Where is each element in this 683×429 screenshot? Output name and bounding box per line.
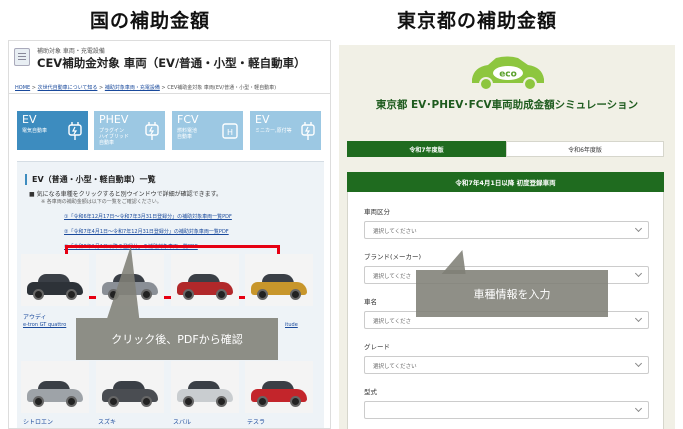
chevron-down-icon: [634, 269, 643, 278]
car-card[interactable]: [171, 254, 239, 306]
label-grade: グレード: [364, 343, 390, 351]
phev-plug-icon: [145, 122, 159, 140]
select-grade[interactable]: 選択してください: [364, 356, 649, 374]
car-card[interactable]: [245, 254, 313, 306]
car-wheel: [33, 289, 44, 300]
car-wheel: [216, 396, 227, 407]
car-wheel: [183, 289, 194, 300]
tab-r7[interactable]: 令和7年度版: [347, 141, 506, 157]
tab-r6[interactable]: 令和6年度版: [506, 141, 664, 157]
maker-suzuki[interactable]: スズキ: [98, 417, 116, 426]
chevron-down-icon: [634, 224, 643, 233]
tile-phev[interactable]: PHEV プラグイン ハイブリッド 自動車: [94, 111, 165, 150]
maker-subaru[interactable]: スバル: [173, 417, 191, 426]
breadcrumb-current: CEV補助金対象 車両(EV/普通・小型・軽自動車): [167, 85, 277, 91]
eco-logo-text: eco: [499, 70, 517, 80]
maker-citroen[interactable]: シトロエン: [23, 417, 53, 426]
breadcrumb: HOME > 次世代自動車について知る > 補助対象車両・充電設備 > CEV補…: [15, 85, 277, 91]
callout-enter-vehicle-info: 車種情報を入力: [416, 270, 608, 317]
car-wheel: [108, 396, 119, 407]
divider: [9, 93, 330, 94]
select-vehicle-class[interactable]: 選択してください: [364, 221, 649, 239]
car-card[interactable]: [21, 254, 89, 306]
chevron-down-icon: [634, 314, 643, 323]
pdf-link-2[interactable]: ②「令和7年4月1日〜令和7年12月31日登録分」の補助対象車両一覧PDF: [64, 228, 229, 235]
car-wheel: [257, 289, 268, 300]
pdf-link-1[interactable]: ①「令和6年12月17日〜令和7年3月31日登録分」の補助対象車両一覧PDF: [64, 213, 232, 220]
national-subsidy-page: 補助対象 車両・充電設備 CEV補助金対象 車両（EV/普通・小型・軽自動車） …: [8, 40, 331, 429]
mini-plug-icon: [301, 122, 315, 140]
car-card[interactable]: [96, 361, 164, 413]
breadcrumb-home[interactable]: HOME: [15, 85, 30, 91]
callout-check-pdf: クリック後、PDFから確認: [76, 318, 278, 360]
car-wheel: [33, 396, 44, 407]
car-wheel: [141, 396, 152, 407]
breadcrumb-item-1[interactable]: 次世代自動車について知る: [38, 85, 98, 91]
label-vehicle-class: 車両区分: [364, 208, 390, 216]
car-wheel: [66, 396, 77, 407]
select-model-type[interactable]: [364, 401, 649, 419]
tile-fcv[interactable]: FCV 燃料電池 自動車 H: [172, 111, 243, 150]
heading-tokyo-subsidy: 東京都の補助金額: [397, 10, 558, 32]
tile-ev[interactable]: EV 電気自動車: [17, 111, 88, 150]
label-brand: ブランド(メーカー): [364, 253, 422, 261]
car-wheel: [290, 396, 301, 407]
breadcrumb-item-2[interactable]: 補助対象車両・充電設備: [105, 85, 160, 91]
simulation-title: 東京都 EV･PHEV･FCV車両助成金額シミュレーション: [375, 99, 639, 111]
car-wheel: [183, 396, 194, 407]
label-car-name: 車名: [364, 298, 377, 306]
tile-ev-mini[interactable]: EV ミニカー,原付等: [250, 111, 321, 150]
section-title: EV（普通・小型・軽自動車）一覧: [25, 174, 156, 185]
svg-text:H: H: [227, 128, 233, 137]
chevron-down-icon: [634, 359, 643, 368]
car-card[interactable]: [21, 361, 89, 413]
maker-audi[interactable]: アウディ: [23, 312, 47, 321]
page-title: CEV補助金対象 車両（EV/普通・小型・軽自動車）: [37, 56, 306, 70]
fcv-h2-icon: H: [222, 123, 238, 139]
car-wheel: [216, 289, 227, 300]
car-wheel: [257, 396, 268, 407]
form-header: 令和7年4月1日以降 初度登録車両: [347, 172, 664, 192]
section-note: ■ 気になる車種をクリックすると別ウインドウで詳細が確認できます。: [29, 191, 222, 198]
section-note-sub: ※ 各車両の補助金額は以下の一覧をご確認ください。: [41, 199, 162, 205]
car-wheel: [290, 289, 301, 300]
label-model-type: 型式: [364, 388, 377, 396]
tokyo-subsidy-page: eco 東京都 EV･PHEV･FCV車両助成金額シミュレーション 令和7年度版…: [339, 45, 675, 429]
model-partial[interactable]: itude: [285, 322, 298, 328]
car-card[interactable]: [245, 361, 313, 413]
car-card[interactable]: [171, 361, 239, 413]
document-icon: [14, 48, 30, 66]
car-wheel: [141, 289, 152, 300]
car-wheel: [66, 289, 77, 300]
page-header: 補助対象 車両・充電設備 CEV補助金対象 車両（EV/普通・小型・軽自動車）: [9, 41, 330, 77]
ev-plug-icon: [68, 122, 82, 140]
maker-tesla[interactable]: テスラ: [247, 417, 265, 426]
eco-car-logo-icon: eco: [472, 56, 544, 91]
heading-national-subsidy: 国の補助金額: [90, 10, 211, 32]
chevron-down-icon: [634, 404, 643, 413]
model-audi-etron[interactable]: e-tron GT quattro: [23, 322, 66, 328]
page-category: 補助対象 車両・充電設備: [37, 48, 105, 55]
